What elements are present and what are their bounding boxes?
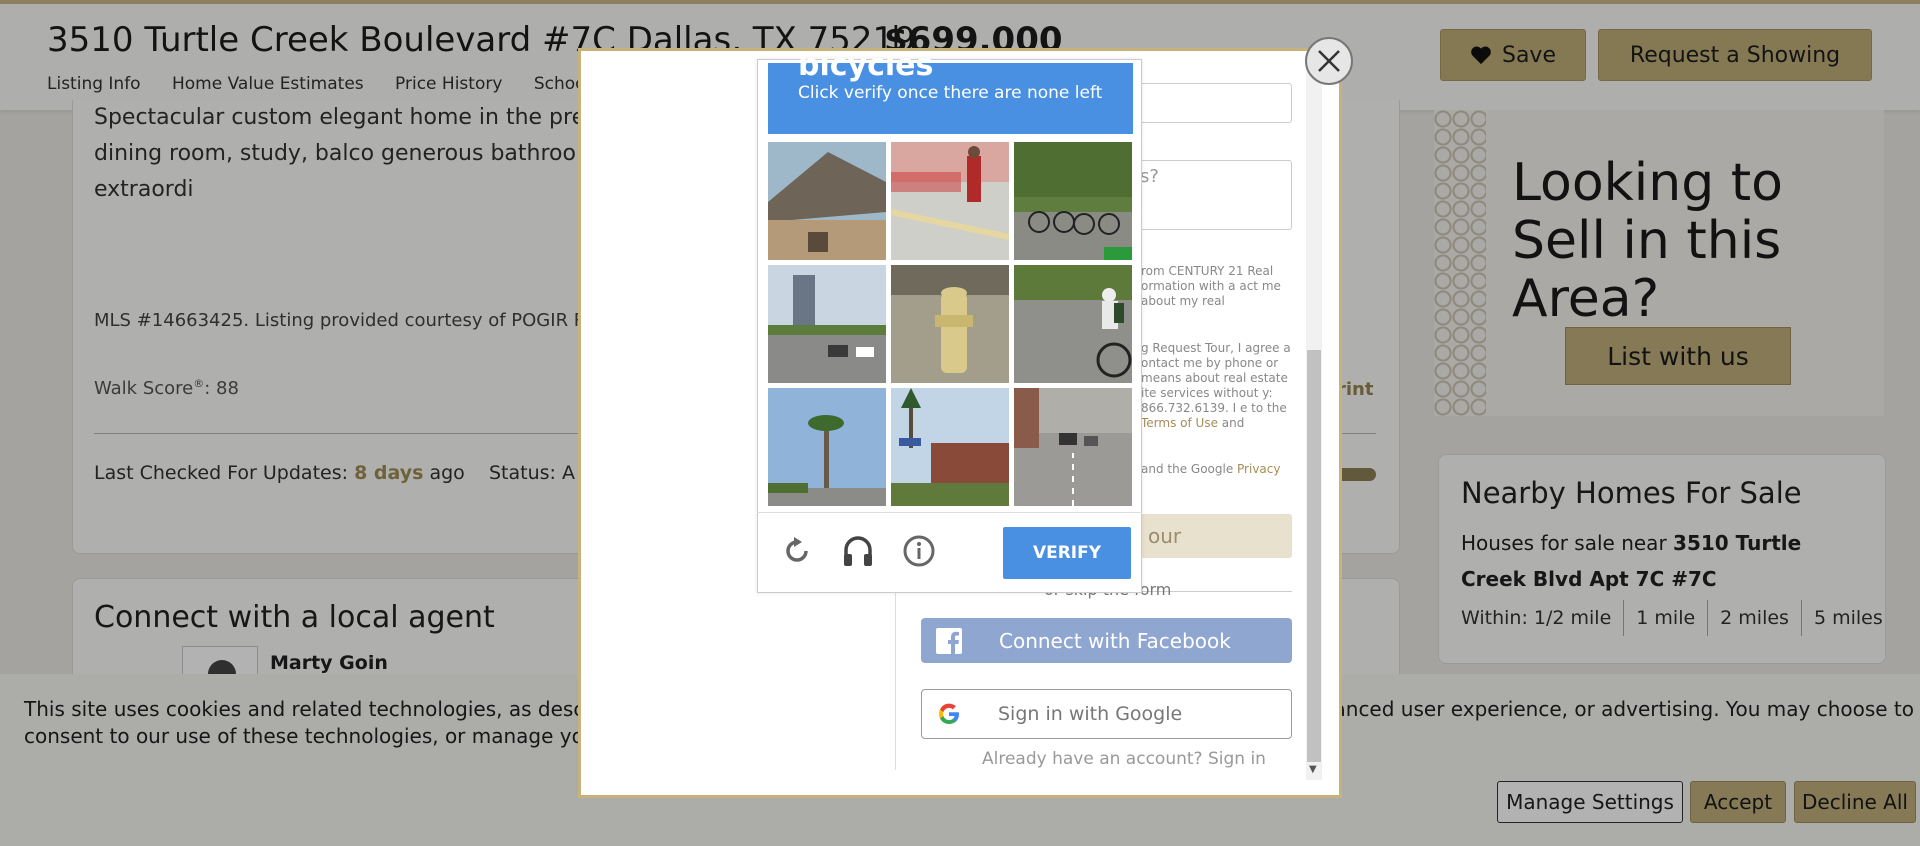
captcha-footer-divider [757, 512, 1142, 513]
google-icon [939, 703, 959, 724]
brick-house-image [891, 388, 1009, 506]
questions-textarea[interactable] [1140, 160, 1292, 230]
captcha-tile-9[interactable] [1014, 388, 1132, 506]
consent-text-2: g Request Tour, I agree a ontact me by p… [1141, 341, 1301, 431]
privacy-link[interactable]: Privacy [1237, 462, 1280, 476]
facebook-connect-button[interactable]: Connect with Facebook [921, 618, 1292, 663]
captcha-tile-4[interactable] [768, 265, 886, 383]
consent-text-2-body: g Request Tour, I agree a ontact me by p… [1141, 341, 1291, 415]
textarea-placeholder: s? [1140, 166, 1159, 187]
info-icon[interactable] [902, 534, 936, 572]
captcha-tile-6[interactable] [1014, 265, 1132, 383]
verify-button[interactable]: VERIFY [1003, 527, 1131, 579]
reload-glyph [786, 537, 808, 562]
captcha-tile-1[interactable] [768, 142, 886, 260]
house-roof-image [768, 142, 886, 260]
info-glyph [903, 535, 935, 567]
consent-text-1: rom CENTURY 21 Real ormation with a act … [1141, 264, 1281, 308]
street-traffic-image [1014, 388, 1132, 506]
recaptcha-instruction: Click verify once there are none left [798, 83, 1103, 103]
recaptcha-target-word: bicycles [798, 48, 934, 83]
fire-hydrant-image [891, 265, 1009, 383]
captcha-tile-2[interactable] [891, 142, 1009, 260]
close-modal-button[interactable] [1305, 37, 1353, 85]
already-have-account-link[interactable]: Already have an account? Sign in [982, 749, 1266, 769]
sidewalk-bike-rack-image [891, 142, 1009, 260]
captcha-tile-5[interactable] [891, 265, 1009, 383]
consent-and: and [1217, 416, 1245, 430]
palm-tree-image [768, 388, 886, 506]
close-icon [1318, 50, 1340, 72]
facebook-f-glyph [948, 631, 959, 654]
terms-of-use-link[interactable]: Terms of Use [1141, 416, 1218, 430]
captcha-tile-8[interactable] [891, 388, 1009, 506]
headphones-icon [844, 536, 872, 566]
audio-challenge-icon[interactable] [841, 534, 875, 572]
reload-icon[interactable] [780, 534, 814, 572]
captcha-tile-7[interactable] [768, 388, 886, 506]
captcha-tile-3[interactable] [1014, 142, 1132, 260]
google-label: Sign in with Google [998, 703, 1183, 725]
request-tour-button[interactable]: our [1140, 514, 1292, 558]
form-input-field[interactable] [1140, 83, 1292, 123]
modal-scrollbar-thumb[interactable] [1307, 350, 1321, 762]
city-street-image [768, 265, 886, 383]
cyclist-image [1014, 265, 1132, 383]
facebook-icon [936, 627, 962, 654]
scroll-down-arrow-icon[interactable]: ▼ [1309, 764, 1317, 775]
google-signin-button[interactable]: Sign in with Google [921, 689, 1292, 739]
parked-bicycles-image [1014, 142, 1132, 260]
consent-text-3: and the Google Privacy [1141, 462, 1301, 477]
consent-text-3-body: and the Google [1141, 462, 1238, 476]
facebook-label: Connect with Facebook [999, 628, 1231, 653]
